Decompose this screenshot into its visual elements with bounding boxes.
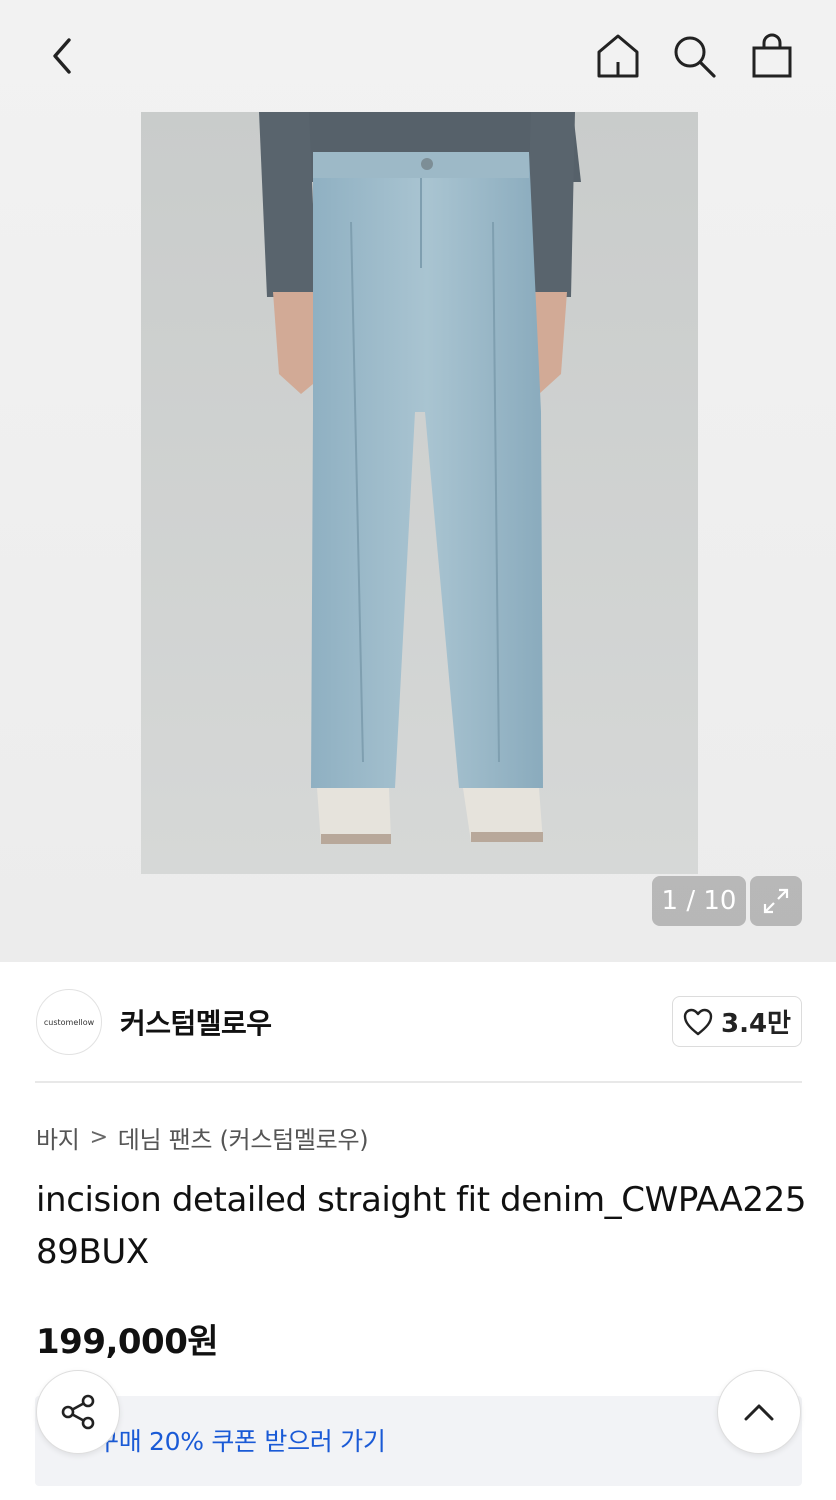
share-button[interactable] xyxy=(36,1370,120,1454)
divider xyxy=(35,1081,802,1083)
image-counter: 1 / 10 xyxy=(652,876,746,926)
home-button[interactable] xyxy=(590,28,646,84)
brand-logo[interactable]: customellow xyxy=(36,989,102,1055)
cart-button[interactable] xyxy=(744,28,800,84)
zoom-button[interactable] xyxy=(750,876,802,926)
chevron-left-icon xyxy=(53,38,71,74)
heart-icon xyxy=(683,1008,713,1035)
top-bar xyxy=(0,0,836,112)
search-button[interactable] xyxy=(666,28,722,84)
expand-icon xyxy=(763,888,789,914)
brand-logo-text: customellow xyxy=(43,1017,95,1027)
shopping-bag-icon xyxy=(752,33,792,78)
product-gallery[interactable]: 1 / 10 xyxy=(0,0,836,962)
breadcrumb-separator: > xyxy=(89,1125,108,1150)
chevron-up-icon xyxy=(744,1404,774,1421)
product-photo[interactable] xyxy=(141,112,698,874)
search-icon xyxy=(674,36,716,78)
breadcrumb-category[interactable]: 바지 xyxy=(36,1120,80,1155)
back-button[interactable] xyxy=(34,28,90,84)
brand-name[interactable]: 커스텀멜로우 xyxy=(120,1002,272,1042)
scroll-top-button[interactable] xyxy=(717,1370,801,1454)
breadcrumb: 바지 > 데님 팬츠 (커스텀멜로우) xyxy=(36,1120,369,1155)
share-icon xyxy=(61,1394,95,1430)
product-title: incision detailed straight fit denim_CWP… xyxy=(36,1180,807,1272)
home-icon xyxy=(597,34,639,78)
breadcrumb-subcategory[interactable]: 데님 팬츠 (커스텀멜로우) xyxy=(118,1120,369,1155)
like-button[interactable]: 3.4만 xyxy=(672,996,802,1047)
product-price: 199,000원 xyxy=(36,1322,219,1362)
like-count: 3.4만 xyxy=(721,1009,791,1039)
coupon-text[interactable]: 구매 20% 쿠폰 받으러 가기 xyxy=(96,1422,386,1458)
